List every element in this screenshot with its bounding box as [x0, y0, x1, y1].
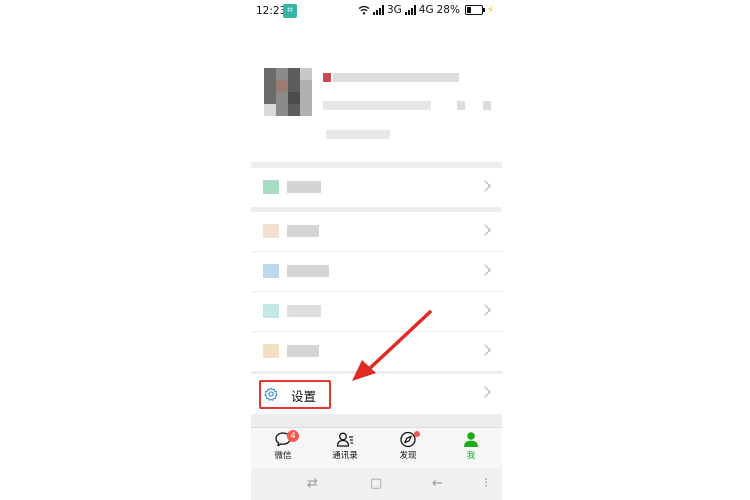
red-arrow-annotation: [352, 310, 432, 381]
